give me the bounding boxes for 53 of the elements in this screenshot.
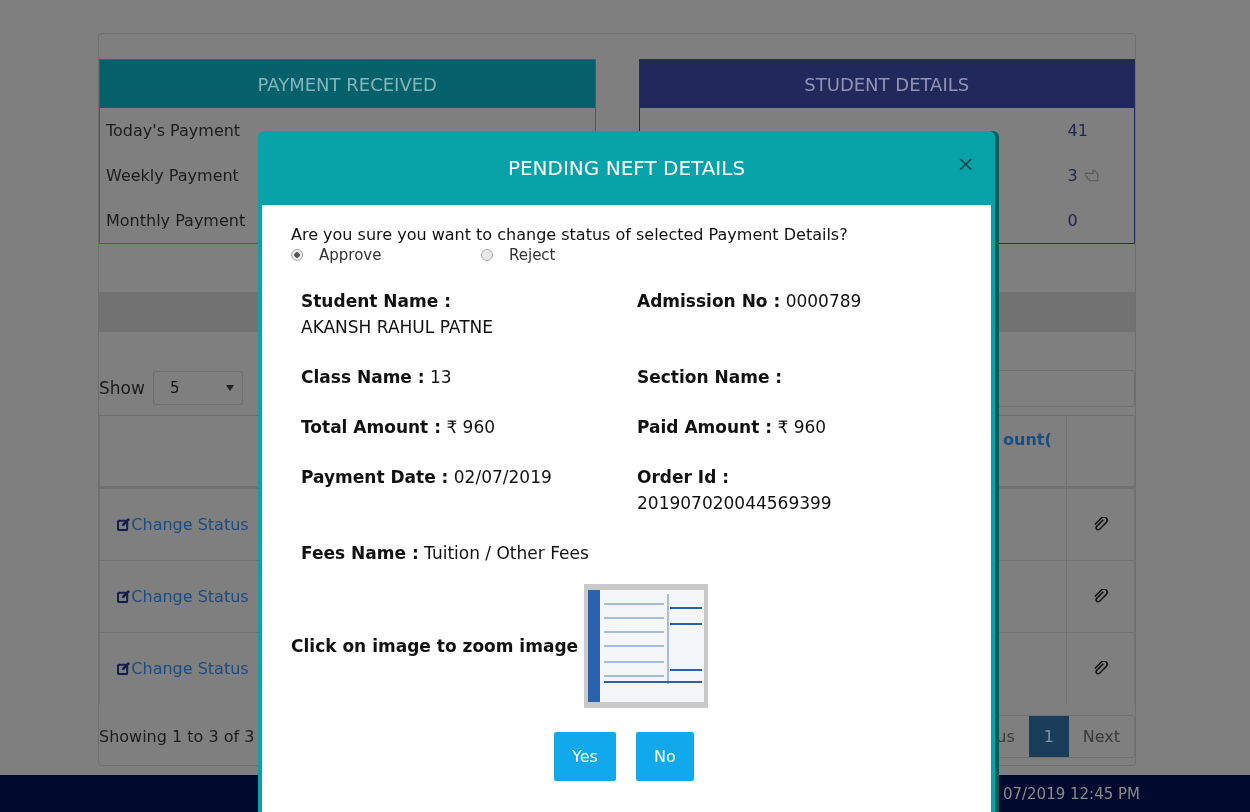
field-label: Admission No : <box>637 291 781 311</box>
student-count: 41 <box>1067 121 1088 140</box>
field-label: Fees Name : <box>301 543 419 563</box>
modal-title: PENDING NEFT DETAILS <box>507 156 746 180</box>
dialog-button[interactable]: No <box>635 732 694 781</box>
field-label: Payment Date : <box>301 467 449 487</box>
edit-icon <box>117 590 131 603</box>
student-count: 0 <box>1067 211 1078 230</box>
field-value: 13 <box>430 367 452 387</box>
showing-entries-text: Showing 1 to 3 of 3 <box>99 727 255 746</box>
paperclip-icon[interactable] <box>1093 589 1108 604</box>
field-value: ₹ 960 <box>777 417 827 437</box>
field-value: AKANSH RAHUL PATNE <box>301 317 493 337</box>
payment-label: Monthly Payment <box>106 211 246 230</box>
field-label: Paid Amount : <box>637 417 772 437</box>
image-caption: Click on image to zoom image <box>291 636 579 656</box>
field-label: Total Amount : <box>301 417 441 437</box>
card-title: PAYMENT RECEIVED <box>100 60 595 108</box>
close-button[interactable]: × <box>956 153 975 175</box>
field-label: Section Name : <box>637 367 783 387</box>
field-value: 201907020044569399 <box>637 493 832 513</box>
paperclip-icon[interactable] <box>1093 661 1108 676</box>
payment-label: Today's Payment <box>106 121 241 140</box>
change-status-link[interactable]: Change Status <box>117 659 249 678</box>
confirmation-question: Are you sure you want to change status of selected Payment Details? <box>291 225 849 244</box>
show-label: Show <box>99 378 145 398</box>
field-value: 0000789 <box>785 291 862 311</box>
field-value: ₹ 960 <box>446 417 496 437</box>
radio-button[interactable] <box>291 249 303 261</box>
entries-select[interactable]: 5 <box>152 371 243 405</box>
edit-icon <box>117 518 131 531</box>
radio-label: Reject <box>509 246 556 264</box>
field-value: Tuition / Other Fees <box>424 543 589 563</box>
payment-label: Weekly Payment <box>106 166 239 185</box>
column-header: ount( <box>1003 430 1052 449</box>
caret-icon <box>225 385 234 391</box>
timestamp: 07/2019 12:45 PM <box>1002 784 1140 803</box>
radio-label: Approve <box>319 246 382 264</box>
card-title: STUDENT DETAILS <box>639 60 1134 108</box>
next-page-link[interactable]: Next <box>1068 716 1134 757</box>
field-label: Student Name : <box>301 291 451 311</box>
dialog-button[interactable]: Yes <box>554 732 616 781</box>
change-status-link[interactable]: Change Status <box>117 587 249 606</box>
paperclip-icon[interactable] <box>1093 517 1108 532</box>
student-count: 3 <box>1067 166 1078 185</box>
field-value: 02/07/2019 <box>453 467 552 487</box>
field-label: Order Id : <box>637 467 730 487</box>
deposit-slip-image[interactable] <box>584 584 709 708</box>
edit-icon <box>117 662 131 675</box>
radio-button[interactable] <box>481 249 493 261</box>
page-link[interactable]: 1 <box>1028 716 1069 757</box>
field-label: Class Name : <box>301 367 425 387</box>
change-status-link[interactable]: Change Status <box>117 515 249 534</box>
